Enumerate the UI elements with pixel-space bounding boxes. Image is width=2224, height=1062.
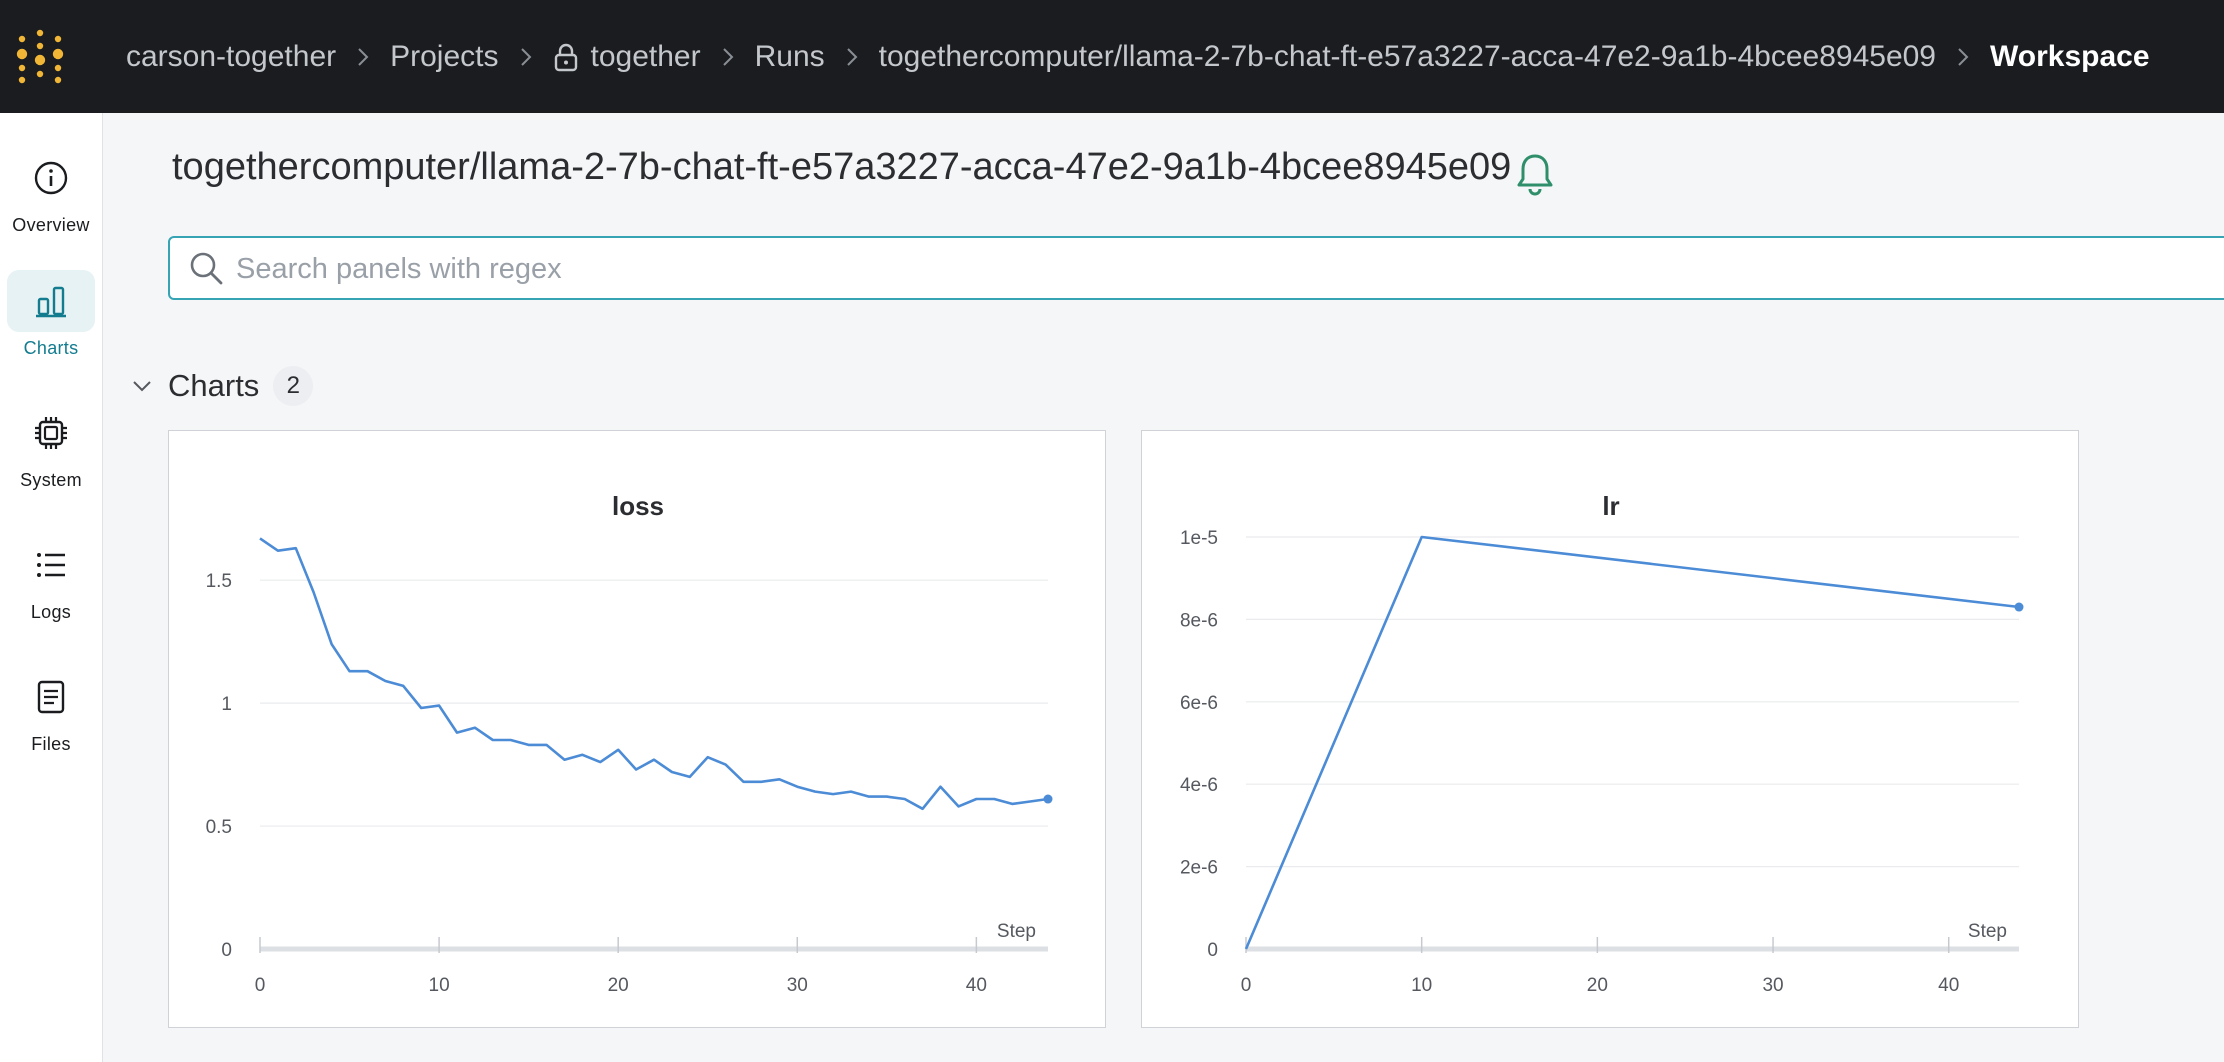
loss-chart: loss 0 0.5 1 1.5 0 10 20 30 40 Step [206, 491, 1053, 996]
x-tick-label: 20 [608, 975, 629, 996]
chart-title: lr [1602, 491, 1619, 521]
y-tick-label: 1e-5 [1180, 528, 1218, 549]
sidebar: Overview Charts System Logs Files [0, 113, 103, 1062]
y-tick-label: 8e-6 [1180, 610, 1218, 631]
search-icon [190, 252, 223, 285]
chevron-down-icon [133, 381, 151, 392]
chevron-right-icon [1958, 47, 1969, 66]
sidebar-item-label: Logs [30, 602, 72, 622]
y-tick-label: 0 [221, 940, 232, 961]
y-tick-label: 1.5 [206, 571, 232, 592]
wandb-logo-icon[interactable] [14, 28, 70, 84]
x-tick-label: 20 [1587, 975, 1608, 996]
series-endpoint [2014, 602, 2024, 612]
chevron-right-icon [520, 47, 531, 66]
section-header-charts[interactable]: Charts 2 [130, 366, 314, 406]
breadcrumb-run[interactable]: togethercomputer/llama-2-7b-chat-ft-e57a… [879, 40, 1936, 74]
x-tick-label: 10 [429, 975, 450, 996]
sidebar-item-label: System [20, 470, 82, 490]
top-bar: carson-together Projects together Runs t… [0, 0, 2224, 113]
lock-icon [554, 43, 577, 71]
x-axis-label: Step [1968, 921, 2007, 942]
bar-chart-icon [36, 286, 66, 318]
y-tick-label: 6e-6 [1180, 693, 1218, 714]
series-endpoint [1043, 794, 1053, 804]
search-box [168, 236, 2224, 300]
search-input[interactable] [234, 244, 2138, 294]
x-tick-label: 30 [787, 975, 808, 996]
series-line [259, 537, 1049, 811]
y-tick-label: 2e-6 [1180, 858, 1218, 879]
sidebar-item-charts[interactable]: Charts [0, 270, 102, 380]
breadcrumb-workspace: Workspace [1990, 39, 2150, 73]
bell-icon[interactable] [1515, 152, 1555, 196]
chip-icon [35, 417, 67, 449]
sidebar-item-overview[interactable]: Overview [0, 147, 102, 257]
chart-panel-loss[interactable]: loss 0 0.5 1 1.5 0 10 20 30 40 Step [168, 430, 1106, 1028]
y-tick-label: 4e-6 [1180, 775, 1218, 796]
chevron-right-icon [722, 47, 734, 66]
y-tick-label: 0.5 [206, 817, 232, 838]
chart-panel-lr[interactable]: lr 0 2e-6 4e-6 6e-6 8e-6 1e-5 0 10 20 30 40 Step [1141, 430, 2079, 1028]
sidebar-item-system[interactable]: System [0, 402, 102, 512]
info-icon [34, 161, 68, 195]
chevron-right-icon [846, 47, 858, 66]
panel-count-badge: 2 [273, 366, 314, 406]
series-line [1244, 535, 2020, 950]
sidebar-item-files[interactable]: Files [0, 666, 102, 776]
breadcrumb-entity[interactable]: carson-together [126, 40, 336, 74]
x-tick-label: 40 [966, 975, 987, 996]
sidebar-item-label: Files [31, 734, 71, 754]
breadcrumb-runs[interactable]: Runs [755, 40, 825, 74]
lr-chart: lr 0 2e-6 4e-6 6e-6 8e-6 1e-5 0 10 20 30 40 Step [1180, 491, 2024, 996]
sidebar-item-logs[interactable]: Logs [0, 534, 102, 644]
sidebar-item-label: Overview [12, 215, 90, 235]
sidebar-item-label: Charts [23, 338, 79, 358]
breadcrumb: carson-together Projects together Runs t… [126, 0, 2150, 113]
x-tick-label: 0 [255, 975, 266, 996]
page-title: togethercomputer/llama-2-7b-chat-ft-e57a… [172, 146, 1512, 188]
x-tick-label: 40 [1938, 975, 1959, 996]
x-tick-label: 0 [1241, 975, 1252, 996]
y-tick-label: 1 [221, 694, 232, 715]
x-tick-label: 30 [1762, 975, 1783, 996]
file-icon [37, 680, 65, 714]
section-title: Charts [168, 368, 260, 403]
breadcrumb-project[interactable]: together [591, 40, 701, 74]
y-tick-label: 0 [1207, 940, 1218, 961]
x-tick-label: 10 [1411, 975, 1432, 996]
chevron-right-icon [358, 47, 369, 66]
x-axis-label: Step [997, 921, 1036, 942]
breadcrumb-projects[interactable]: Projects [390, 40, 498, 74]
chart-title: loss [612, 491, 664, 521]
list-icon [37, 553, 65, 577]
